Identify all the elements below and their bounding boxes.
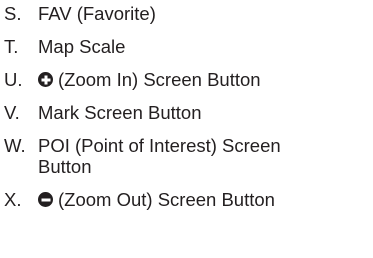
zoom-out-icon (38, 192, 53, 207)
item-description-line2: Button (38, 156, 92, 177)
item-letter: S. (4, 3, 22, 24)
item-description: (Zoom Out) Screen Button (58, 189, 275, 210)
legend-item-mark: V. Mark Screen Button (4, 102, 370, 123)
legend-item-fav: S. FAV (Favorite) (4, 3, 370, 24)
item-letter: T. (4, 36, 19, 57)
item-letter: V. (4, 102, 20, 123)
item-description: (Zoom In) Screen Button (58, 69, 261, 90)
item-description: FAV (Favorite) (38, 3, 156, 24)
legend-item-zoom-in: U. (Zoom In) Screen Button (4, 69, 370, 90)
item-description: Mark Screen Button (38, 102, 202, 123)
item-letter: U. (4, 69, 23, 90)
item-description-wrap: POI (Point of Interest) Screen Button (38, 135, 370, 177)
item-letter: X. (4, 189, 22, 210)
item-description: POI (Point of Interest) Screen (38, 135, 281, 156)
legend-item-poi: W. POI (Point of Interest) Screen Button (4, 135, 370, 177)
item-description-wrap: (Zoom Out) Screen Button (38, 189, 370, 210)
zoom-in-icon (38, 72, 53, 87)
legend-list: S. FAV (Favorite) T. Map Scale U. (Zoom … (4, 3, 370, 210)
item-letter: W. (4, 135, 26, 156)
item-description: Map Scale (38, 36, 126, 57)
legend-item-map-scale: T. Map Scale (4, 36, 370, 57)
legend-item-zoom-out: X. (Zoom Out) Screen Button (4, 189, 370, 210)
item-description-wrap: (Zoom In) Screen Button (38, 69, 370, 90)
